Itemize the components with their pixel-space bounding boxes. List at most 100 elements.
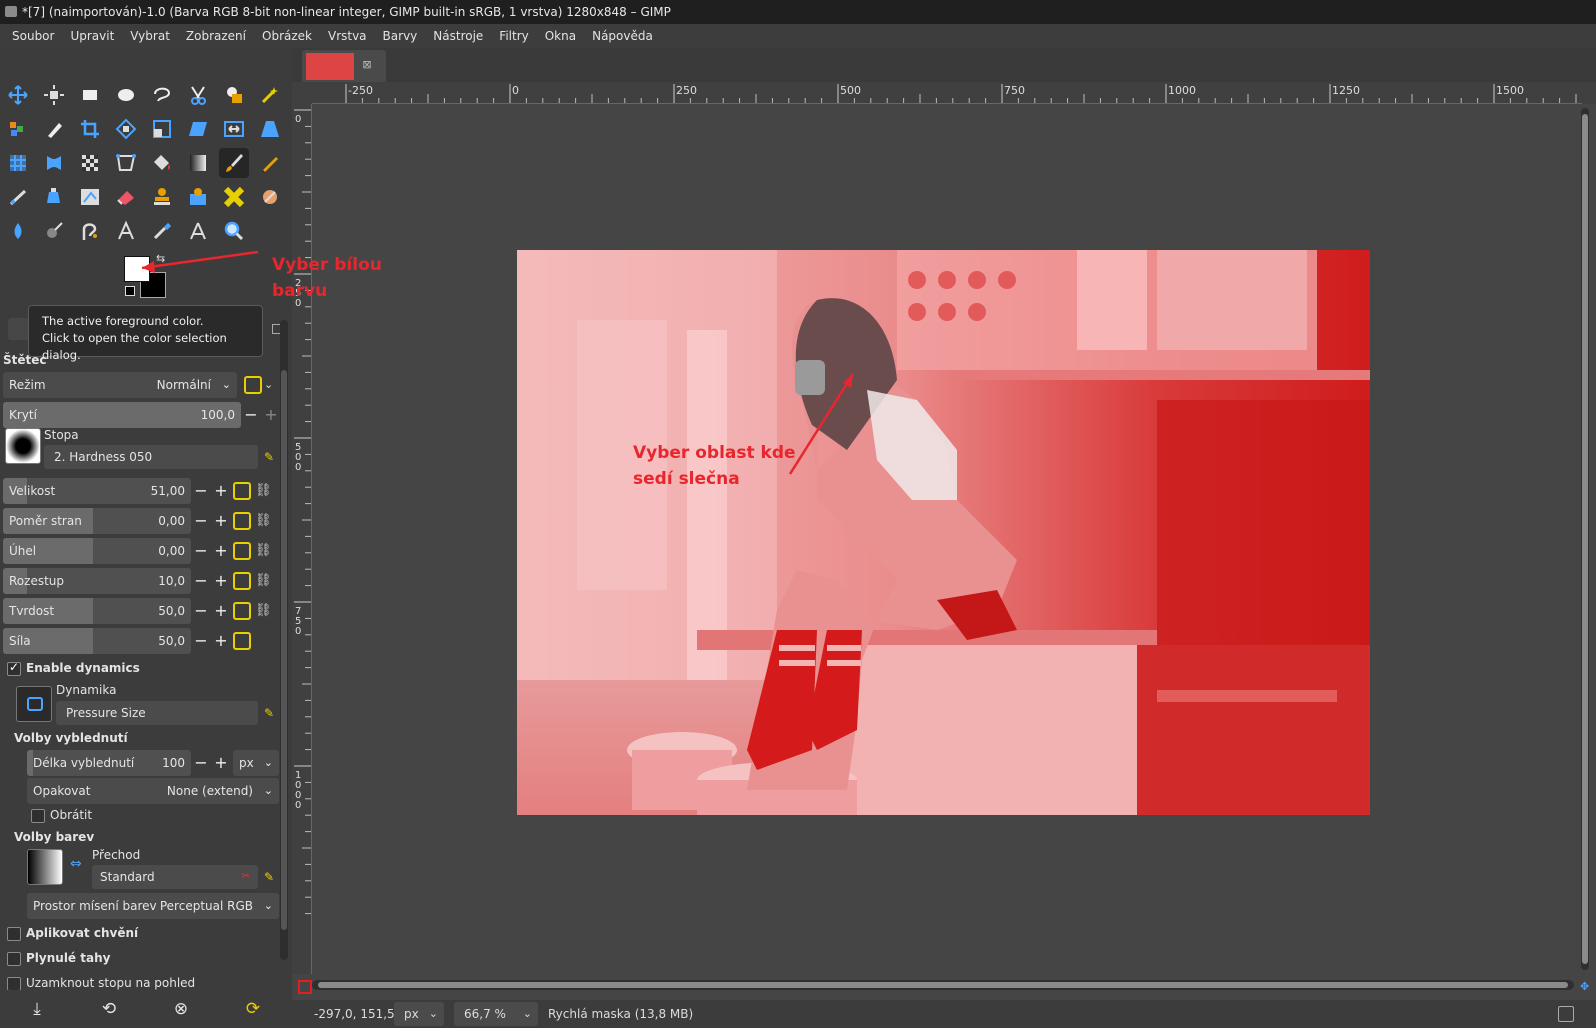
- angle-reset-icon[interactable]: [233, 542, 251, 560]
- spacing-slider[interactable]: Rozestup 10,0: [3, 568, 191, 594]
- ink-tool-icon[interactable]: [39, 182, 69, 212]
- dodge-burn-icon[interactable]: [39, 216, 69, 246]
- quick-menu-icon[interactable]: [292, 82, 312, 104]
- zoom-combo[interactable]: 66,7 % ⌄: [454, 1002, 538, 1026]
- cage-transform-icon[interactable]: [3, 148, 33, 178]
- force-decrease-button[interactable]: −: [191, 628, 211, 654]
- scrollbar-thumb[interactable]: [318, 982, 1568, 988]
- menu-obrazek[interactable]: Obrázek: [254, 24, 320, 48]
- hardness-reset-icon[interactable]: [233, 602, 251, 620]
- opacity-slider[interactable]: Krytí 100,0: [3, 402, 241, 428]
- airbrush-tool-icon[interactable]: [3, 182, 33, 212]
- hardness-slider[interactable]: Tvrdost 50,0: [3, 598, 191, 624]
- menu-okna[interactable]: Okna: [537, 24, 584, 48]
- text-tool-icon[interactable]: [111, 216, 141, 246]
- brush-name-field[interactable]: 2. Hardness 050: [44, 445, 258, 469]
- chevron-down-icon[interactable]: ⌄: [264, 372, 273, 398]
- angle-link-icon[interactable]: ⛓: [255, 541, 272, 561]
- measure-tool-icon[interactable]: [183, 216, 213, 246]
- delete-options-icon[interactable]: ⊗: [170, 998, 192, 1020]
- rect-select-icon[interactable]: [75, 80, 105, 110]
- foreground-select-icon[interactable]: [219, 80, 249, 110]
- tool-options-scrollbar[interactable]: [280, 320, 288, 960]
- fade-length-increase-button[interactable]: +: [211, 750, 231, 776]
- unified-transform-icon[interactable]: [111, 114, 141, 144]
- edit-gradient-icon[interactable]: ✎: [264, 870, 278, 884]
- reverse-gradient-icon[interactable]: ⇔: [70, 856, 82, 872]
- smooth-checkbox[interactable]: [7, 952, 21, 966]
- restore-options-icon[interactable]: ⟲: [98, 998, 120, 1020]
- select-by-color-icon[interactable]: [3, 114, 33, 144]
- opacity-increase-button[interactable]: +: [261, 402, 281, 428]
- force-increase-button[interactable]: +: [211, 628, 231, 654]
- angle-decrease-button[interactable]: −: [191, 538, 211, 564]
- edit-dynamics-icon[interactable]: ✎: [264, 706, 278, 720]
- crop-tool-icon[interactable]: [75, 114, 105, 144]
- scale-tool-icon[interactable]: [147, 114, 177, 144]
- perspective-tool-icon[interactable]: [255, 114, 285, 144]
- spacing-increase-button[interactable]: +: [211, 568, 231, 594]
- force-reset-icon[interactable]: [233, 632, 251, 650]
- reverse-checkbox[interactable]: [31, 809, 45, 823]
- blend-space-combo[interactable]: Prostor mísení barev Perceptual RGB ⌄: [27, 893, 279, 919]
- brush-preview[interactable]: [5, 428, 41, 464]
- spacing-decrease-button[interactable]: −: [191, 568, 211, 594]
- color-picker-icon[interactable]: [147, 216, 177, 246]
- aspect-slider[interactable]: Poměr stran 0,00: [3, 508, 191, 534]
- canvas-horizontal-scrollbar[interactable]: [312, 980, 1574, 990]
- flip-tool-icon[interactable]: [219, 114, 249, 144]
- paths-tool-icon[interactable]: [39, 114, 69, 144]
- navigate-icon[interactable]: ✥: [1580, 980, 1589, 993]
- ellipse-select-icon[interactable]: [111, 80, 141, 110]
- default-colors-icon[interactable]: [125, 286, 135, 296]
- menu-vybrat[interactable]: Vybrat: [122, 24, 178, 48]
- jitter-checkbox[interactable]: [7, 927, 21, 941]
- gradient-name-field[interactable]: Standard ✂: [92, 865, 258, 889]
- paintbrush-tool-icon[interactable]: [219, 148, 249, 178]
- lock-brush-checkbox[interactable]: [7, 977, 21, 991]
- path-tool-icon[interactable]: [75, 216, 105, 246]
- repeat-combo[interactable]: Opakovat None (extend) ⌄: [27, 778, 279, 804]
- menu-filtry[interactable]: Filtry: [491, 24, 536, 48]
- align-tool-icon[interactable]: [39, 80, 69, 110]
- mode-reset-icon[interactable]: [244, 376, 262, 394]
- smudge-tool-icon[interactable]: [3, 216, 33, 246]
- save-options-icon[interactable]: ⤓: [26, 998, 48, 1020]
- eraser-tool-icon[interactable]: [111, 182, 141, 212]
- hardness-link-icon[interactable]: ⛓: [255, 601, 272, 621]
- aspect-increase-button[interactable]: +: [211, 508, 231, 534]
- menu-zobrazeni[interactable]: Zobrazení: [178, 24, 254, 48]
- hardness-increase-button[interactable]: +: [211, 598, 231, 624]
- size-reset-icon[interactable]: [233, 482, 251, 500]
- canvas-vertical-scrollbar[interactable]: [1581, 108, 1589, 970]
- bucket-fill-icon[interactable]: [147, 148, 177, 178]
- aspect-decrease-button[interactable]: −: [191, 508, 211, 534]
- image-with-quick-mask[interactable]: [517, 250, 1370, 815]
- foreground-color-swatch[interactable]: [124, 256, 150, 282]
- size-slider[interactable]: Velikost 51,00: [3, 478, 191, 504]
- menu-soubor[interactable]: Soubor: [4, 24, 62, 48]
- clone-tool-icon[interactable]: [147, 182, 177, 212]
- spacing-link-icon[interactable]: ⛓: [255, 571, 272, 591]
- angle-increase-button[interactable]: +: [211, 538, 231, 564]
- force-slider[interactable]: Síla 50,0: [3, 628, 191, 654]
- mode-combo[interactable]: Režim Normální ⌄: [3, 372, 237, 398]
- free-select-icon[interactable]: [147, 80, 177, 110]
- opacity-decrease-button[interactable]: −: [241, 402, 261, 428]
- swap-colors-icon[interactable]: ⇆: [156, 252, 165, 265]
- shear-tool-icon[interactable]: [183, 114, 213, 144]
- fuzzy-select-icon[interactable]: [255, 80, 285, 110]
- perspective-clone-icon[interactable]: [219, 182, 249, 212]
- scissors-select-icon[interactable]: [183, 80, 213, 110]
- menu-napoveda[interactable]: Nápověda: [584, 24, 661, 48]
- enable-dynamics-checkbox[interactable]: [7, 660, 21, 676]
- size-increase-button[interactable]: +: [211, 478, 231, 504]
- dynamics-preview[interactable]: [16, 686, 52, 722]
- heal-tool-icon[interactable]: [183, 182, 213, 212]
- spacing-reset-icon[interactable]: [233, 572, 251, 590]
- warp-transform-icon[interactable]: [39, 148, 69, 178]
- fade-length-decrease-button[interactable]: −: [191, 750, 211, 776]
- aspect-reset-icon[interactable]: [233, 512, 251, 530]
- menu-vrstva[interactable]: Vrstva: [320, 24, 375, 48]
- scrollbar-thumb[interactable]: [281, 370, 287, 930]
